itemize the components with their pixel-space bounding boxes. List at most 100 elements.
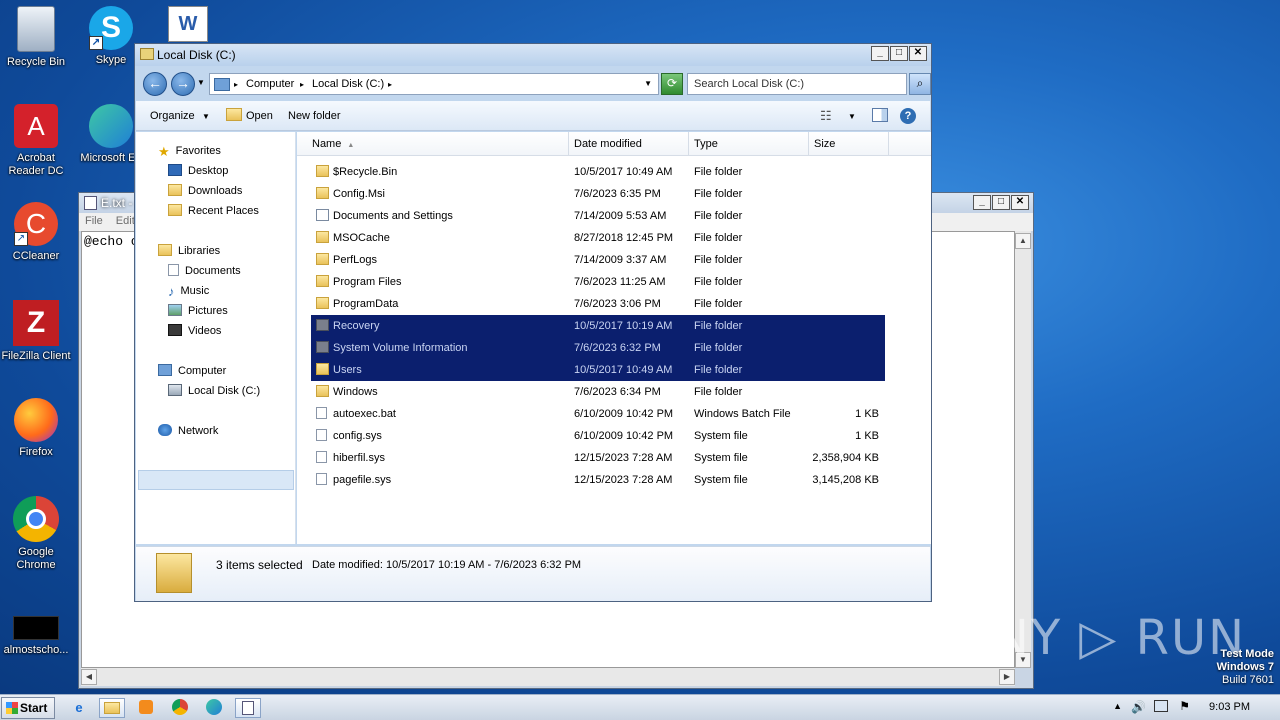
start-button[interactable]: Start — [1, 697, 55, 719]
nav-libraries[interactable]: Libraries — [158, 244, 220, 257]
file-row[interactable]: Program Files 7/6/2023 11:25 AM File folde… — [311, 271, 885, 293]
menu-edit[interactable]: Edit — [116, 215, 135, 227]
taskbar-explorer-icon[interactable] — [99, 698, 125, 718]
minimize-button[interactable]: _ — [973, 195, 991, 210]
folder-icon — [316, 253, 329, 265]
file-row[interactable]: hiberfil.sys 12/15/2023 7:28 AM System fil… — [311, 447, 885, 469]
organize-dropdown-icon[interactable]: ▼ — [202, 112, 210, 121]
breadcrumb-arrow[interactable]: ▸ — [388, 80, 392, 89]
search-input[interactable]: Search Local Disk (C:) — [687, 73, 907, 95]
desktop-icon-recycle-bin[interactable]: Recycle Bin — [0, 6, 74, 69]
nav-pictures[interactable]: Pictures — [168, 304, 228, 317]
file-row[interactable]: Recovery 10/5/2017 10:19 AM File folder — [311, 315, 885, 337]
view-options-icon[interactable]: ☷ — [820, 108, 832, 124]
address-dropdown[interactable]: ▼ — [644, 79, 652, 88]
taskbar-media-player-icon[interactable] — [133, 698, 159, 718]
network-tray-icon[interactable] — [1154, 700, 1168, 712]
breadcrumb-arrow[interactable]: ▸ — [300, 80, 304, 89]
desktop-icon-chrome[interactable]: Google Chrome — [0, 496, 74, 572]
file-row[interactable]: $Recycle.Bin 10/5/2017 10:49 AM File folde… — [311, 161, 885, 183]
breadcrumb-local-disk[interactable]: Local Disk (C:) — [312, 78, 384, 90]
minimize-button[interactable]: _ — [871, 46, 889, 61]
file-row[interactable]: autoexec.bat 6/10/2009 10:42 PM Windows Ba… — [311, 403, 885, 425]
desktop-icon-almostscho[interactable]: almostscho... — [0, 616, 74, 657]
file-row[interactable]: PerfLogs 7/14/2009 3:37 AM File folder — [311, 249, 885, 271]
scroll-right-button[interactable]: ▶ — [999, 669, 1015, 685]
file-list[interactable]: Name ▲ Date modified Type Size $Recycle.B… — [297, 132, 931, 544]
column-header-type[interactable]: Type — [689, 132, 809, 156]
close-button[interactable]: ✕ — [909, 46, 927, 61]
file-row[interactable]: MSOCache 8/27/2018 12:45 PM File folder — [311, 227, 885, 249]
desktop-icon-label: Recycle Bin — [6, 56, 66, 68]
organize-button[interactable]: Organize — [150, 110, 195, 122]
column-header-date[interactable]: Date modified — [569, 132, 689, 156]
action-center-flag-icon[interactable]: ⚑ — [1179, 699, 1190, 713]
drive-icon — [168, 384, 182, 396]
taskbar-ie-icon[interactable]: e — [66, 698, 92, 718]
file-row[interactable]: Windows 7/6/2023 6:34 PM File folder — [311, 381, 885, 403]
column-header-name[interactable]: Name ▲ — [297, 132, 569, 156]
file-row[interactable]: pagefile.sys 12/15/2023 7:28 AM System fil… — [311, 469, 885, 491]
drive-icon — [140, 48, 154, 60]
file-row[interactable]: config.sys 6/10/2009 10:42 PM System file 1… — [311, 425, 885, 447]
file-row[interactable]: Users 10/5/2017 10:49 AM File folder — [311, 359, 885, 381]
column-header-row: Name ▲ Date modified Type Size — [297, 132, 931, 156]
preview-pane-icon[interactable] — [872, 108, 888, 122]
file-row[interactable]: ProgramData 7/6/2023 3:06 PM File folder — [311, 293, 885, 315]
taskbar-chrome-icon[interactable] — [167, 698, 193, 718]
address-bar[interactable]: ▸ Computer ▸ Local Disk (C:) ▸ ▼ — [209, 73, 659, 95]
start-label: Start — [20, 701, 48, 715]
clock[interactable]: 9:03 PM — [1209, 701, 1250, 713]
menu-file[interactable]: File — [85, 215, 103, 227]
horizontal-scrollbar[interactable]: ◀ ▶ — [81, 668, 1015, 686]
volume-icon[interactable]: 🔊 — [1131, 700, 1146, 714]
folder-large-icon — [156, 553, 192, 593]
help-icon[interactable]: ? — [900, 108, 916, 124]
nav-desktop[interactable]: Desktop — [168, 164, 228, 177]
recent-pages-dropdown[interactable]: ▼ — [197, 78, 205, 87]
nav-music[interactable]: ♪ Music — [168, 284, 209, 299]
file-row[interactable]: Config.Msi 7/6/2023 6:35 PM File folder — [311, 183, 885, 205]
file-date: 7/6/2023 6:34 PM — [574, 386, 661, 398]
refresh-button[interactable]: ⟳ — [661, 73, 683, 95]
scroll-left-button[interactable]: ◀ — [81, 669, 97, 685]
command-bar: Organize ▼ Open New folder ☷ ▼ ? — [136, 101, 930, 131]
sort-up-icon: ▲ — [347, 142, 355, 149]
desktop-icon-acrobat[interactable]: A Acrobat Reader DC — [0, 104, 74, 178]
nav-videos[interactable]: Videos — [168, 324, 221, 337]
breadcrumb-arrow[interactable]: ▸ — [234, 80, 238, 89]
explorer-window[interactable]: Local Disk (C:) _ □ ✕ ← → ▼ ▸ Computer ▸… — [134, 43, 932, 602]
explorer-titlebar[interactable]: Local Disk (C:) _ □ ✕ — [135, 44, 931, 66]
desktop-icon-firefox[interactable]: Firefox — [0, 398, 74, 459]
nav-network[interactable]: Network — [158, 424, 218, 437]
desktop-icon-word-doc[interactable]: W — [150, 6, 226, 46]
desktop-icon-ccleaner[interactable]: C ↗ CCleaner — [0, 202, 74, 263]
maximize-button[interactable]: □ — [992, 195, 1010, 210]
maximize-button[interactable]: □ — [890, 46, 908, 61]
file-row[interactable]: System Volume Information 7/6/2023 6:32 P… — [311, 337, 885, 359]
scroll-up-button[interactable]: ▲ — [1015, 233, 1031, 249]
nav-selection-highlight — [138, 470, 294, 490]
back-button[interactable]: ← — [143, 72, 167, 96]
taskbar-notepad-icon[interactable] — [235, 698, 261, 718]
new-folder-button[interactable]: New folder — [288, 110, 341, 122]
nav-downloads[interactable]: Downloads — [168, 184, 242, 197]
file-name: Windows — [333, 386, 378, 398]
close-button[interactable]: ✕ — [1011, 195, 1029, 210]
open-button[interactable]: Open — [246, 110, 273, 122]
nav-documents[interactable]: Documents — [168, 264, 241, 277]
column-header-size[interactable]: Size — [809, 132, 889, 156]
nav-favorites[interactable]: ★ Favorites — [158, 144, 221, 159]
taskbar-edge-icon[interactable] — [201, 698, 227, 718]
nav-recent-places[interactable]: Recent Places — [168, 204, 259, 217]
file-row[interactable]: Documents and Settings 7/14/2009 5:53 AM F… — [311, 205, 885, 227]
show-hidden-icons[interactable]: ▲ — [1113, 701, 1122, 711]
desktop-icon-filezilla[interactable]: Z FileZilla Client — [0, 300, 74, 363]
nav-computer[interactable]: Computer — [158, 364, 226, 377]
search-icon[interactable]: ⌕ — [909, 73, 931, 95]
breadcrumb-computer[interactable]: Computer — [246, 78, 294, 90]
vertical-scrollbar[interactable]: ▲ ▼ — [1015, 231, 1031, 668]
view-dropdown-icon[interactable]: ▼ — [848, 112, 856, 121]
nav-local-disk[interactable]: Local Disk (C:) — [168, 384, 260, 397]
forward-button[interactable]: → — [171, 72, 195, 96]
